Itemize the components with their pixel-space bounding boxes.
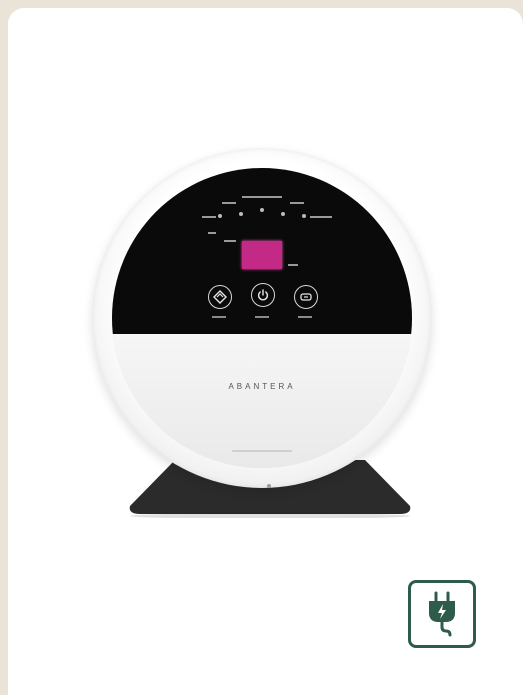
indicator-dot bbox=[302, 214, 306, 218]
device-face: ABANTERA bbox=[112, 168, 412, 468]
panel-seam bbox=[232, 450, 292, 452]
panel-marking bbox=[310, 216, 332, 218]
plug-badge bbox=[408, 580, 476, 648]
indicator-dot bbox=[218, 214, 222, 218]
panel-marking bbox=[290, 202, 304, 204]
timer-icon bbox=[300, 293, 312, 301]
control-panel bbox=[112, 168, 412, 334]
mode-icon bbox=[213, 290, 227, 304]
panel-marking bbox=[288, 264, 298, 266]
timer-label-marking bbox=[298, 316, 312, 318]
mode-label-marking bbox=[212, 316, 226, 318]
panel-marking bbox=[224, 240, 236, 242]
power-button[interactable] bbox=[251, 283, 275, 307]
indicator-dot bbox=[239, 212, 243, 216]
electric-plug-icon bbox=[429, 591, 455, 637]
panel-marking bbox=[208, 232, 216, 234]
power-label-marking bbox=[255, 316, 269, 318]
digital-display bbox=[242, 241, 282, 269]
power-icon bbox=[257, 289, 269, 301]
indicator-dot bbox=[281, 212, 285, 216]
indicator-dot bbox=[260, 208, 264, 212]
status-light bbox=[267, 484, 271, 488]
mode-button[interactable] bbox=[208, 285, 232, 309]
device-lower-panel bbox=[112, 334, 412, 468]
brand-logo: ABANTERA bbox=[228, 382, 296, 391]
timer-button[interactable] bbox=[294, 285, 318, 309]
panel-marking bbox=[242, 196, 282, 198]
panel-marking bbox=[202, 216, 216, 218]
panel-marking bbox=[222, 202, 236, 204]
